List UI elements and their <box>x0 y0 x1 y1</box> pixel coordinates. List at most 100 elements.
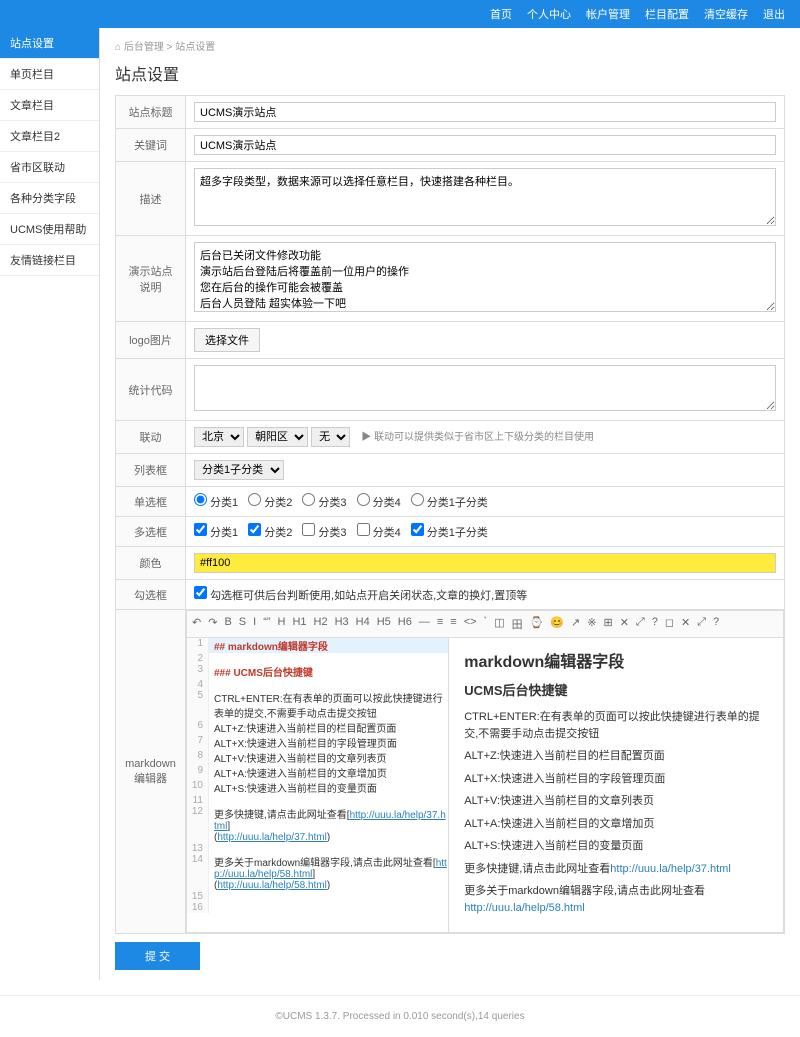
label-desc: 描述 <box>116 162 186 236</box>
toolbar-icon[interactable]: ? <box>652 616 658 632</box>
toolbar-icon[interactable]: ✕ <box>620 616 629 632</box>
label-radio: 单选框 <box>116 487 186 517</box>
editor-source-pane[interactable]: 1## markdown编辑器字段2 3### UCMS后台快捷键4 5CTRL… <box>187 638 449 932</box>
radio-option[interactable]: 分类2 <box>248 497 292 509</box>
breadcrumb: ⌂ 后台管理 > 站点设置 <box>115 38 785 53</box>
keywords-input[interactable] <box>194 135 776 155</box>
checkopt-label[interactable]: 勾选框可供后台判断使用,如站点开启关闭状态,文章的换灯,置顶等 <box>194 590 527 602</box>
toolbar-icon[interactable]: — <box>419 616 430 632</box>
toolbar-icon[interactable]: ? <box>713 616 719 632</box>
sidebar-item[interactable]: UCMS使用帮助 <box>0 214 99 245</box>
file-select-button[interactable]: 选择文件 <box>194 328 260 352</box>
check-option[interactable]: 分类1 <box>194 527 238 539</box>
preview-line: ALT+Z:快速进入当前栏目的栏目配置页面 <box>464 748 768 765</box>
check-option[interactable]: 分类4 <box>357 527 401 539</box>
check-option[interactable]: 分类1子分类 <box>411 527 488 539</box>
sidebar-item[interactable]: 各种分类字段 <box>0 183 99 214</box>
toolbar-icon[interactable]: H4 <box>356 616 370 632</box>
toolbar-icon[interactable]: ⊞ <box>603 616 612 632</box>
label-linkage: 联动 <box>116 421 186 454</box>
check-option[interactable]: 分类2 <box>248 527 292 539</box>
color-input[interactable] <box>194 553 776 573</box>
preview-line: ALT+S:快速进入当前栏目的变量页面 <box>464 838 768 855</box>
footer-text: ©UCMS 1.3.7. Processed in 0.010 second(s… <box>0 995 800 1037</box>
toolbar-icon[interactable]: ◻ <box>665 616 674 632</box>
page-title: 站点设置 <box>115 61 785 85</box>
home-icon: ⌂ <box>115 42 121 53</box>
check-option[interactable]: 分类3 <box>302 527 346 539</box>
preview-line: ALT+A:快速进入当前栏目的文章增加页 <box>464 816 768 833</box>
listbox-select[interactable]: 分类1子分类 <box>194 460 284 480</box>
toolbar-icon[interactable]: ◫ <box>494 616 504 632</box>
topnav-item[interactable]: 帐户管理 <box>586 6 630 22</box>
demo-textarea[interactable] <box>194 242 776 312</box>
toolbar-icon[interactable]: ↶ <box>192 616 201 632</box>
toolbar-icon[interactable]: ⌚ <box>530 616 544 632</box>
topnav-item[interactable]: 退出 <box>763 6 785 22</box>
toolbar-icon[interactable]: <> <box>464 616 477 632</box>
linkage-province-select[interactable]: 北京 <box>194 427 244 447</box>
radio-option[interactable]: 分类1子分类 <box>411 497 488 509</box>
toolbar-icon[interactable]: “” <box>263 616 270 632</box>
settings-form: 站点标题 关键词 描述 演示站点说明 logo图片 选择文件 统计代码 联动 北… <box>115 95 785 934</box>
toolbar-icon[interactable]: S <box>239 616 246 632</box>
checkopt-checkbox[interactable] <box>194 586 207 599</box>
radio-option[interactable]: 分类3 <box>302 497 346 509</box>
toolbar-icon[interactable]: H6 <box>398 616 412 632</box>
main-content: ⌂ 后台管理 > 站点设置 站点设置 站点标题 关键词 描述 演示站点说明 lo… <box>100 28 800 980</box>
toolbar-icon[interactable]: H2 <box>314 616 328 632</box>
preview-line: CTRL+ENTER:在有表单的页面可以按此快捷键进行表单的提交,不需要手动点击… <box>464 709 768 742</box>
topnav-item[interactable]: 个人中心 <box>527 6 571 22</box>
crumb-current: 站点设置 <box>175 42 215 53</box>
stats-textarea[interactable] <box>194 365 776 411</box>
topnav-item[interactable]: 首页 <box>490 6 512 22</box>
label-demo: 演示站点说明 <box>116 236 186 322</box>
linkage-note: ▶ 联动可以提供类似于省市区上下级分类的栏目使用 <box>361 432 594 443</box>
toolbar-icon[interactable]: H3 <box>335 616 349 632</box>
topnav-item[interactable]: 清空缓存 <box>704 6 748 22</box>
editor-preview-pane: markdown编辑器字段 UCMS后台快捷键 CTRL+ENTER:在有表单的… <box>449 638 783 932</box>
preview-more1: 更多快捷键,请点击此网址查看http://uuu.la/help/37.html <box>464 861 768 878</box>
toolbar-icon[interactable]: H <box>278 616 286 632</box>
toolbar-icon[interactable]: ⤢ <box>697 616 706 632</box>
radio-option[interactable]: 分类4 <box>357 497 401 509</box>
toolbar-icon[interactable]: B <box>224 616 231 632</box>
sidebar-item[interactable]: 站点设置 <box>0 28 99 59</box>
toolbar-icon[interactable]: ≡ <box>450 616 456 632</box>
desc-textarea[interactable] <box>194 168 776 226</box>
label-stats: 统计代码 <box>116 359 186 421</box>
label-color: 颜色 <box>116 547 186 580</box>
toolbar-icon[interactable]: I <box>253 616 256 632</box>
submit-button[interactable]: 提 交 <box>115 942 200 970</box>
label-logo: logo图片 <box>116 322 186 359</box>
toolbar-icon[interactable]: ↗ <box>571 616 580 632</box>
toolbar-icon[interactable]: ↷ <box>208 616 217 632</box>
preview-link-1[interactable]: http://uuu.la/help/37.html <box>610 863 730 875</box>
sidebar-item[interactable]: 文章栏目2 <box>0 121 99 152</box>
preview-h2: markdown编辑器字段 <box>464 648 768 672</box>
sidebar-item[interactable]: 友情链接栏目 <box>0 245 99 276</box>
preview-more2: 更多关于markdown编辑器字段,请点击此网址查看http://uuu.la/… <box>464 883 768 916</box>
preview-link-2[interactable]: http://uuu.la/help/58.html <box>464 902 584 914</box>
toolbar-icon[interactable]: 😊 <box>550 616 564 632</box>
sidebar-item[interactable]: 省市区联动 <box>0 152 99 183</box>
toolbar-icon[interactable]: ⤢ <box>636 616 645 632</box>
preview-line: ALT+V:快速进入当前栏目的文章列表页 <box>464 793 768 810</box>
crumb-home[interactable]: 后台管理 <box>124 42 164 53</box>
toolbar-icon[interactable]: 田 <box>512 616 523 632</box>
toolbar-icon[interactable]: ※ <box>587 616 596 632</box>
toolbar-icon[interactable]: ≡ <box>437 616 443 632</box>
linkage-city-select[interactable]: 朝阳区 <box>247 427 308 447</box>
toolbar-icon[interactable]: ✕ <box>681 616 690 632</box>
sidebar-item[interactable]: 文章栏目 <box>0 90 99 121</box>
radio-option[interactable]: 分类1 <box>194 497 238 509</box>
linkage-district-select[interactable]: 无 <box>311 427 350 447</box>
sidebar: 站点设置单页栏目文章栏目文章栏目2省市区联动各种分类字段UCMS使用帮助友情链接… <box>0 28 100 980</box>
top-nav: 首页个人中心帐户管理栏目配置清空缓存退出 <box>0 0 800 28</box>
site-title-input[interactable] <box>194 102 776 122</box>
toolbar-icon[interactable]: H1 <box>292 616 306 632</box>
toolbar-icon[interactable]: ` <box>484 616 488 632</box>
sidebar-item[interactable]: 单页栏目 <box>0 59 99 90</box>
topnav-item[interactable]: 栏目配置 <box>645 6 689 22</box>
toolbar-icon[interactable]: H5 <box>377 616 391 632</box>
